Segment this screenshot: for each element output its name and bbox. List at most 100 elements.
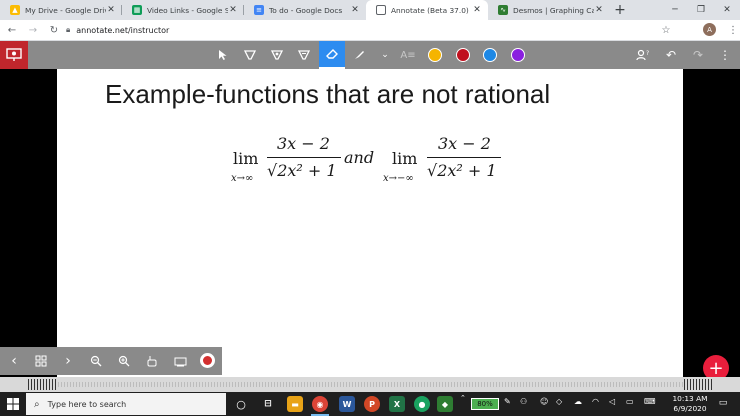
lim-sub-text: x→−∞ (383, 173, 414, 184)
previous-slide-icon[interactable]: ‹ (2, 347, 26, 375)
grid-view-icon[interactable] (29, 347, 53, 375)
denominator: √2x² + 1 (267, 161, 337, 180)
clock-time: 10:13 AM (672, 394, 708, 403)
presenter-icon[interactable] (0, 41, 28, 69)
app-icon[interactable]: ● (414, 396, 430, 412)
cortana-icon[interactable]: ○ (233, 396, 249, 412)
pen-icon[interactable] (291, 41, 317, 69)
user-question-icon[interactable]: ? (630, 41, 656, 69)
lim-sub-text: x→∞ (231, 173, 254, 184)
file-explorer-icon[interactable]: ▬ (287, 396, 303, 412)
search-placeholder: Type here to search (47, 399, 127, 409)
tab-google-drive[interactable]: ▲ My Drive - Google Drive ✕ (0, 0, 122, 20)
task-view-icon[interactable]: ⊟ (260, 396, 276, 412)
windows-start-icon[interactable] (0, 392, 26, 416)
close-icon[interactable]: ✕ (350, 5, 360, 15)
brush-icon[interactable] (346, 41, 372, 69)
thumbnail-track (58, 382, 684, 387)
numerator-text: 3x − 2 (277, 134, 330, 153)
tab-annotate[interactable]: Annotate (Beta 37.0) ✕ (366, 0, 488, 20)
volume-icon[interactable]: ◁ (609, 397, 615, 406)
app-icon-green[interactable]: ◆ (437, 396, 453, 412)
limit-subscript: x→−∞ (383, 166, 414, 185)
onedrive-icon[interactable]: ☁ (574, 397, 582, 406)
tab-google-sheets[interactable]: ▦ Video Links - Google Sheets ✕ (122, 0, 244, 20)
zoom-out-icon[interactable] (84, 347, 108, 375)
taskbar-search-input[interactable]: ⌕ Type here to search (26, 393, 226, 415)
windows-taskbar: ⌕ Type here to search ○ ⊟ ▬ ◉ W P X ● ◆ … (0, 392, 740, 416)
notification-icon[interactable]: ▭ (716, 396, 730, 410)
tab-title: To do - Google Docs (269, 5, 343, 15)
window-close-icon[interactable]: ✕ (714, 0, 740, 20)
annotate-toolbar: ⌄ A≡ ? ↶ ↷ ⋮ (0, 41, 740, 69)
bookmark-star-icon[interactable]: ☆ (657, 21, 675, 39)
close-icon[interactable]: ✕ (472, 5, 482, 15)
numerator: 3x − 2 (277, 134, 330, 153)
color-swatch-purple[interactable] (511, 48, 525, 62)
browser-menu-icon[interactable]: ⋮ (724, 21, 740, 39)
tab-title: My Drive - Google Drive (25, 5, 106, 15)
security-icon[interactable]: ◇ (556, 397, 562, 406)
record-button[interactable] (200, 353, 215, 368)
marker-icon[interactable] (264, 41, 290, 69)
profile-avatar[interactable]: A (703, 23, 716, 36)
lock-icon: 🔒︎ (66, 25, 71, 34)
redo-icon[interactable]: ↷ (685, 41, 711, 69)
more-options-icon[interactable]: ⋮ (712, 41, 738, 69)
and-text: and (344, 148, 375, 167)
keyboard-icon[interactable]: ⌨ (644, 397, 656, 406)
google-drive-icon: ▲ (10, 5, 20, 15)
powerpoint-icon[interactable]: P (364, 396, 380, 412)
tab-desmos[interactable]: ∿ Desmos | Graphing Calculator ✕ (488, 0, 610, 20)
denominator-text: √2x² + 1 (267, 161, 337, 180)
back-arrow-icon[interactable]: ← (3, 21, 21, 39)
color-swatch-red[interactable] (456, 48, 470, 62)
people-icon[interactable]: ☺ (540, 397, 548, 406)
battery-indicator[interactable]: 80% (471, 398, 499, 410)
forward-arrow-icon[interactable]: → (24, 21, 42, 39)
denominator-text: √2x² + 1 (427, 161, 497, 180)
word-icon[interactable]: W (339, 396, 355, 412)
url-text: annotate.net/instructor (76, 25, 170, 35)
pointer-icon[interactable] (210, 41, 236, 69)
tray-chevron-up-icon[interactable]: ⌃ (460, 394, 466, 402)
maximize-icon[interactable]: ❐ (688, 0, 714, 20)
slide-navigation-toolbar: ‹ › (0, 347, 222, 375)
text-tool-icon[interactable]: A≡ (395, 41, 421, 69)
minimize-icon[interactable]: ─ (662, 0, 688, 20)
google-sheets-icon: ▦ (132, 5, 142, 15)
new-tab-button[interactable]: + (610, 0, 630, 20)
next-slide-icon[interactable]: › (56, 347, 80, 375)
slide-thumbnail-strip[interactable] (0, 377, 740, 392)
chrome-icon[interactable]: ◉ (312, 396, 328, 412)
zoom-in-icon[interactable] (112, 347, 136, 375)
desmos-icon: ∿ (498, 5, 508, 15)
tab-title: Annotate (Beta 37.0) (391, 5, 469, 15)
highlighter-icon[interactable] (237, 41, 263, 69)
battery-icon[interactable]: ▭ (626, 397, 634, 406)
undo-icon[interactable]: ↶ (658, 41, 684, 69)
system-clock[interactable]: 10:13 AM 6/9/2020 (668, 394, 712, 414)
eraser-icon[interactable] (319, 41, 345, 69)
close-icon[interactable]: ✕ (594, 5, 604, 15)
address-bar[interactable]: 🔒︎ annotate.net/instructor (66, 22, 656, 38)
pen-tray-icon[interactable]: ✎ (504, 397, 511, 406)
numerator-text: 3x − 2 (438, 134, 491, 153)
tab-google-docs[interactable]: ≡ To do - Google Docs ✕ (244, 0, 366, 20)
slide-canvas[interactable]: Example-functions that are not rational … (57, 69, 683, 377)
hand-tool-icon[interactable] (140, 347, 164, 375)
wifi-icon[interactable]: ◠ (592, 397, 599, 406)
color-swatch-yellow[interactable] (428, 48, 442, 62)
ink-workspace-icon[interactable]: ⚇ (520, 397, 527, 406)
browser-tab-strip: ▲ My Drive - Google Drive ✕ ▦ Video Link… (0, 0, 740, 20)
close-icon[interactable]: ✕ (228, 5, 238, 15)
clock-date: 6/9/2020 (673, 404, 707, 413)
screen-icon[interactable] (168, 347, 192, 375)
document-icon (376, 5, 386, 15)
thumbnail-marks-right (684, 379, 712, 390)
close-icon[interactable]: ✕ (106, 5, 116, 15)
color-swatch-blue[interactable] (483, 48, 497, 62)
excel-icon[interactable]: X (389, 396, 405, 412)
numerator: 3x − 2 (438, 134, 491, 153)
reload-icon[interactable]: ↻ (45, 21, 63, 39)
